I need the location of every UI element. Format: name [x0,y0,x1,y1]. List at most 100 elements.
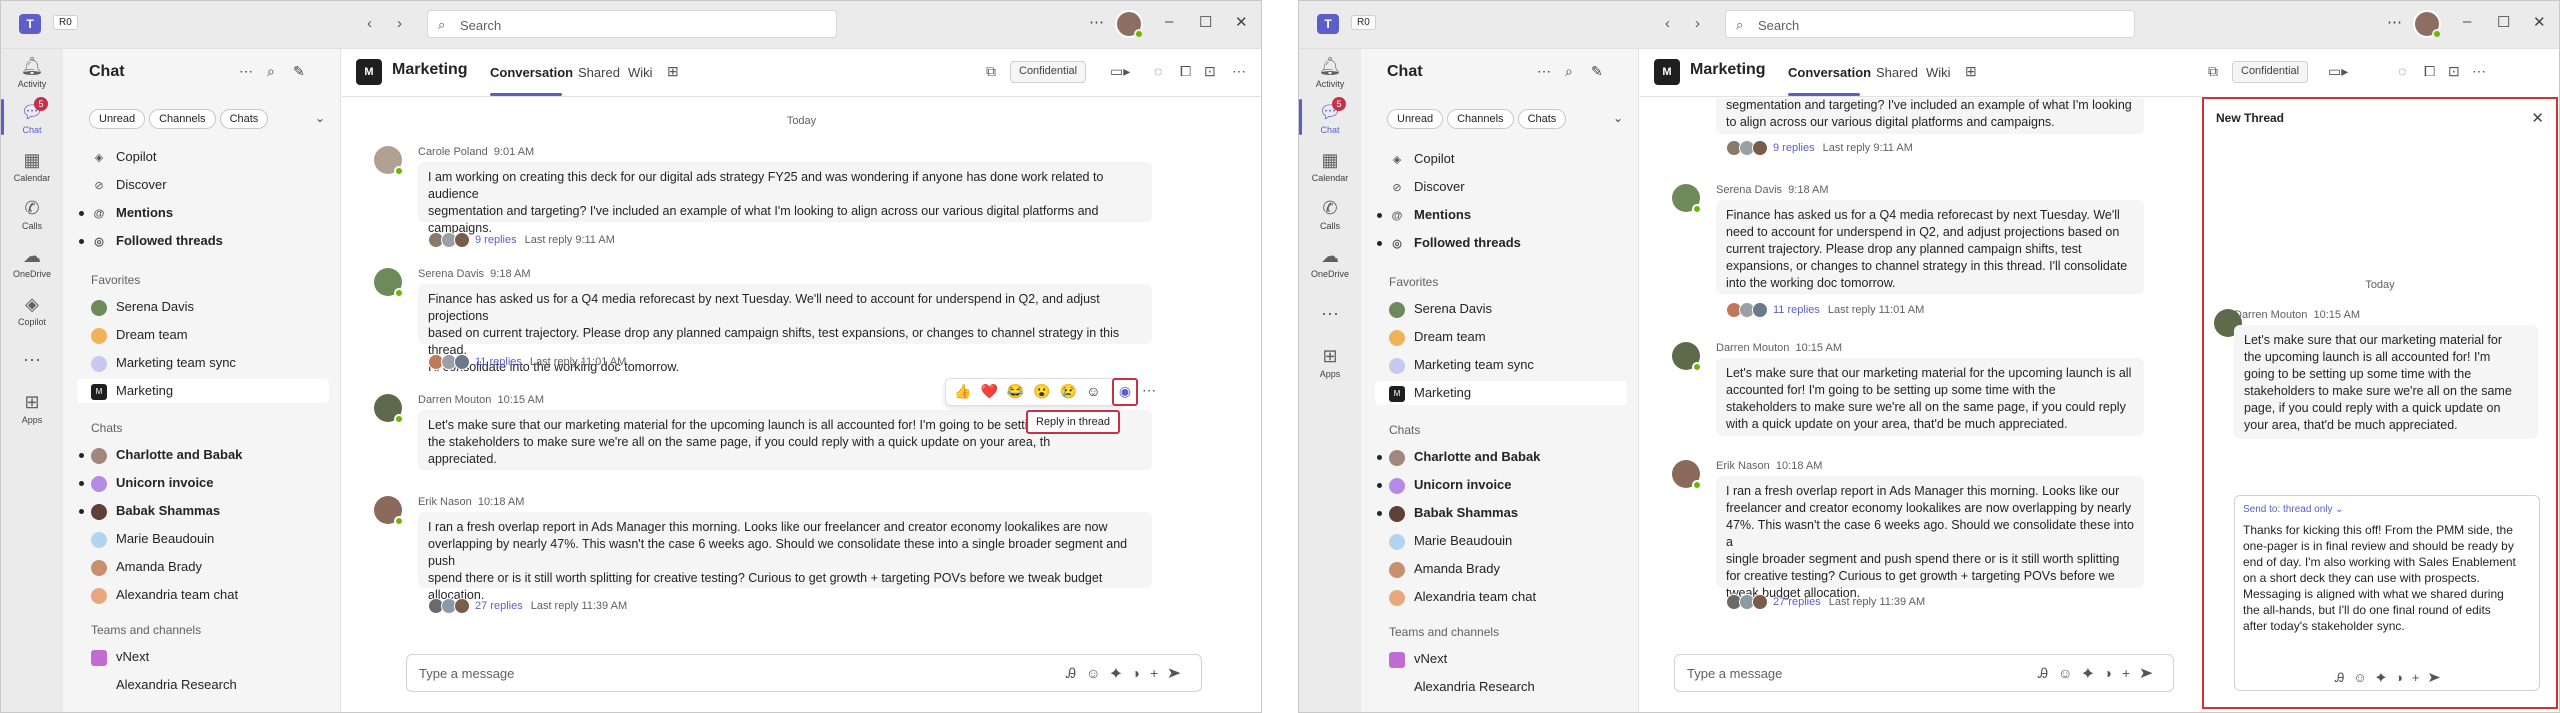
sidebar-item-mentions[interactable]: @ Mentions [1375,203,1627,227]
rail-calls[interactable]: ✆ Calls [1299,197,1361,231]
chat-amanda-brady[interactable]: Amanda Brady [77,555,329,579]
loop-icon[interactable]: ◑ [2395,670,2412,685]
sidebar-item-mentions[interactable]: @ Mentions [77,201,329,225]
chevron-down-icon[interactable]: ⌄ [1613,111,1623,125]
rail-calls[interactable]: ✆ Calls [1,197,63,231]
chat-alexandria-team[interactable]: Alexandria team chat [1375,585,1627,609]
team-alexandria-research[interactable]: Alexandria Research [1375,675,1627,699]
video-call-icon[interactable]: ▭▸ [2328,63,2348,80]
add-tab-icon[interactable]: ⊞ [1965,63,1977,80]
format-icon[interactable]: Ꭿ [2038,665,2058,681]
send-icon[interactable]: ➤ [2140,665,2163,681]
sidebar-item-discover[interactable]: ⊘ Discover [1375,175,1627,199]
forward-arrow-icon[interactable]: › [397,15,402,32]
new-chat-icon[interactable]: ✎ [1591,63,1603,80]
rail-chat[interactable]: 💬︎ 5 Chat [1299,97,1361,135]
sad-icon[interactable]: 😢 [1060,383,1086,399]
sensitivity-label[interactable]: Confidential [2232,61,2309,83]
close-window-icon[interactable]: ✕ [2533,13,2546,31]
back-arrow-icon[interactable]: ‹ [1665,15,1670,32]
filter-channels[interactable]: Channels [1447,109,1514,129]
loop-icon[interactable]: ◑ [1132,665,1150,681]
thread-replies[interactable]: 9 replies Last reply 9:11 AM [1726,140,1913,156]
filter-unread[interactable]: Unread [1387,109,1444,129]
chat-marie-beaudouin[interactable]: Marie Beaudouin [1375,529,1627,553]
tab-shared[interactable]: Shared [578,65,620,80]
favorite-marketing-team-sync[interactable]: Marketing team sync [1375,353,1627,377]
format-icon[interactable]: Ꭿ [2335,670,2353,685]
favorite-marketing[interactable]: M Marketing [77,379,329,403]
add-icon[interactable]: + [2122,665,2140,681]
rail-onedrive[interactable]: ☁ OneDrive [1299,245,1361,279]
favorite-serena-davis[interactable]: Serena Davis [77,295,329,319]
favorite-marketing-team-sync[interactable]: Marketing team sync [77,351,329,375]
sidebar-item-discover[interactable]: ⊘ Discover [77,173,329,197]
rail-chat[interactable]: 💬︎ 5 Chat [1,97,63,135]
search-icon[interactable]: ⌕ [267,63,275,80]
sticker-icon[interactable]: ✦ [2082,665,2103,681]
send-icon[interactable]: ➤ [1168,665,1191,681]
surprised-icon[interactable]: 😮 [1033,383,1059,399]
message-composer[interactable]: Type a message Ꭿ☺✦◑+➤ [1674,654,2174,692]
reply-text-field[interactable]: Thanks for kicking this off! From the PM… [2243,522,2533,634]
add-icon[interactable]: + [2412,670,2429,685]
filter-channels[interactable]: Channels [149,109,216,129]
avatar[interactable] [1115,10,1144,39]
minimize-icon[interactable]: – [1165,13,1173,30]
filter-chats[interactable]: Chats [1517,109,1567,129]
filter-unread[interactable]: Unread [89,109,146,129]
more-options-icon[interactable]: ⋯ [1089,13,1104,31]
chat-marie-beaudouin[interactable]: Marie Beaudouin [77,527,329,551]
loop-icon[interactable]: ◑ [2104,665,2122,681]
tab-shared[interactable]: Shared [1876,65,1918,80]
rail-calendar[interactable]: ▦ Calendar [1299,149,1361,183]
close-icon[interactable]: ✕ [2531,109,2544,127]
forward-arrow-icon[interactable]: › [1695,15,1700,32]
emoji-icon[interactable]: ☺ [2353,670,2375,685]
chat-charlotte-and-babak[interactable]: Charlotte and Babak [1375,445,1627,469]
more-options-icon[interactable]: ⋯ [1142,382,1156,399]
avatar[interactable] [2413,10,2442,39]
message-composer[interactable]: Type a message Ꭿ☺✦◑+➤ [406,654,1202,692]
info-icon[interactable]: ⊡ [1204,63,1216,80]
sticker-icon[interactable]: ✦ [1110,665,1131,681]
thumbs-up-icon[interactable]: 👍 [954,383,980,399]
rail-onedrive[interactable]: ☁ OneDrive [1,245,63,279]
chat-bubble-icon[interactable]: ◌ [2398,63,2406,79]
sticker-icon[interactable]: ✦ [2376,670,2395,685]
thread-replies[interactable]: 11 replies Last reply 11:01 AM [1726,302,1924,318]
add-reaction-icon[interactable]: ☺ [1086,383,1109,399]
search-box[interactable]: ⌕ Search [427,10,837,38]
chat-unicorn-invoice[interactable]: Unicorn invoice [1375,473,1627,497]
sidebar-item-followed-threads[interactable]: ◎ Followed threads [1375,231,1627,255]
tab-conversation[interactable]: Conversation [1788,65,1871,80]
favorite-dream-team[interactable]: Dream team [1375,325,1627,349]
chat-bubble-icon[interactable]: ◌ [1154,63,1162,79]
team-vnext[interactable]: vNext [1375,647,1627,671]
tab-wiki[interactable]: Wiki [628,65,653,80]
thread-replies[interactable]: 9 replies Last reply 9:11 AM [428,232,615,248]
rail-copilot[interactable]: ◈ Copilot [1,293,63,327]
favorite-serena-davis[interactable]: Serena Davis [1375,297,1627,321]
filter-chats[interactable]: Chats [219,109,269,129]
new-chat-icon[interactable]: ✎ [293,63,305,80]
sidebar-item-copilot[interactable]: ◈ Copilot [77,145,329,169]
rail-apps[interactable]: ⊞ Apps [1299,345,1361,379]
favorite-marketing[interactable]: M Marketing [1375,381,1627,405]
meet-icon[interactable]: ⧠ [2424,63,2435,80]
rail-activity[interactable]: 🔔︎ Activity [1299,55,1361,89]
more-options-icon[interactable]: ⋯ [1232,63,1246,80]
format-icon[interactable]: Ꭿ [1066,665,1086,681]
search-icon[interactable]: ⌕ [1565,63,1573,80]
chat-alexandria-team[interactable]: Alexandria team chat [77,583,329,607]
rail-calendar[interactable]: ▦ Calendar [1,149,63,183]
chat-unicorn-invoice[interactable]: Unicorn invoice [77,471,329,495]
back-arrow-icon[interactable]: ‹ [367,15,372,32]
rail-more[interactable]: ⋯ [1,349,63,373]
more-options-icon[interactable]: ⋯ [1537,63,1551,80]
maximize-icon[interactable]: ☐ [2497,13,2510,31]
chat-charlotte-and-babak[interactable]: Charlotte and Babak [77,443,329,467]
send-icon[interactable]: ➤ [2428,670,2449,685]
meet-icon[interactable]: ⧠ [1180,63,1191,80]
sidebar-item-followed-threads[interactable]: ◎ Followed threads [77,229,329,253]
